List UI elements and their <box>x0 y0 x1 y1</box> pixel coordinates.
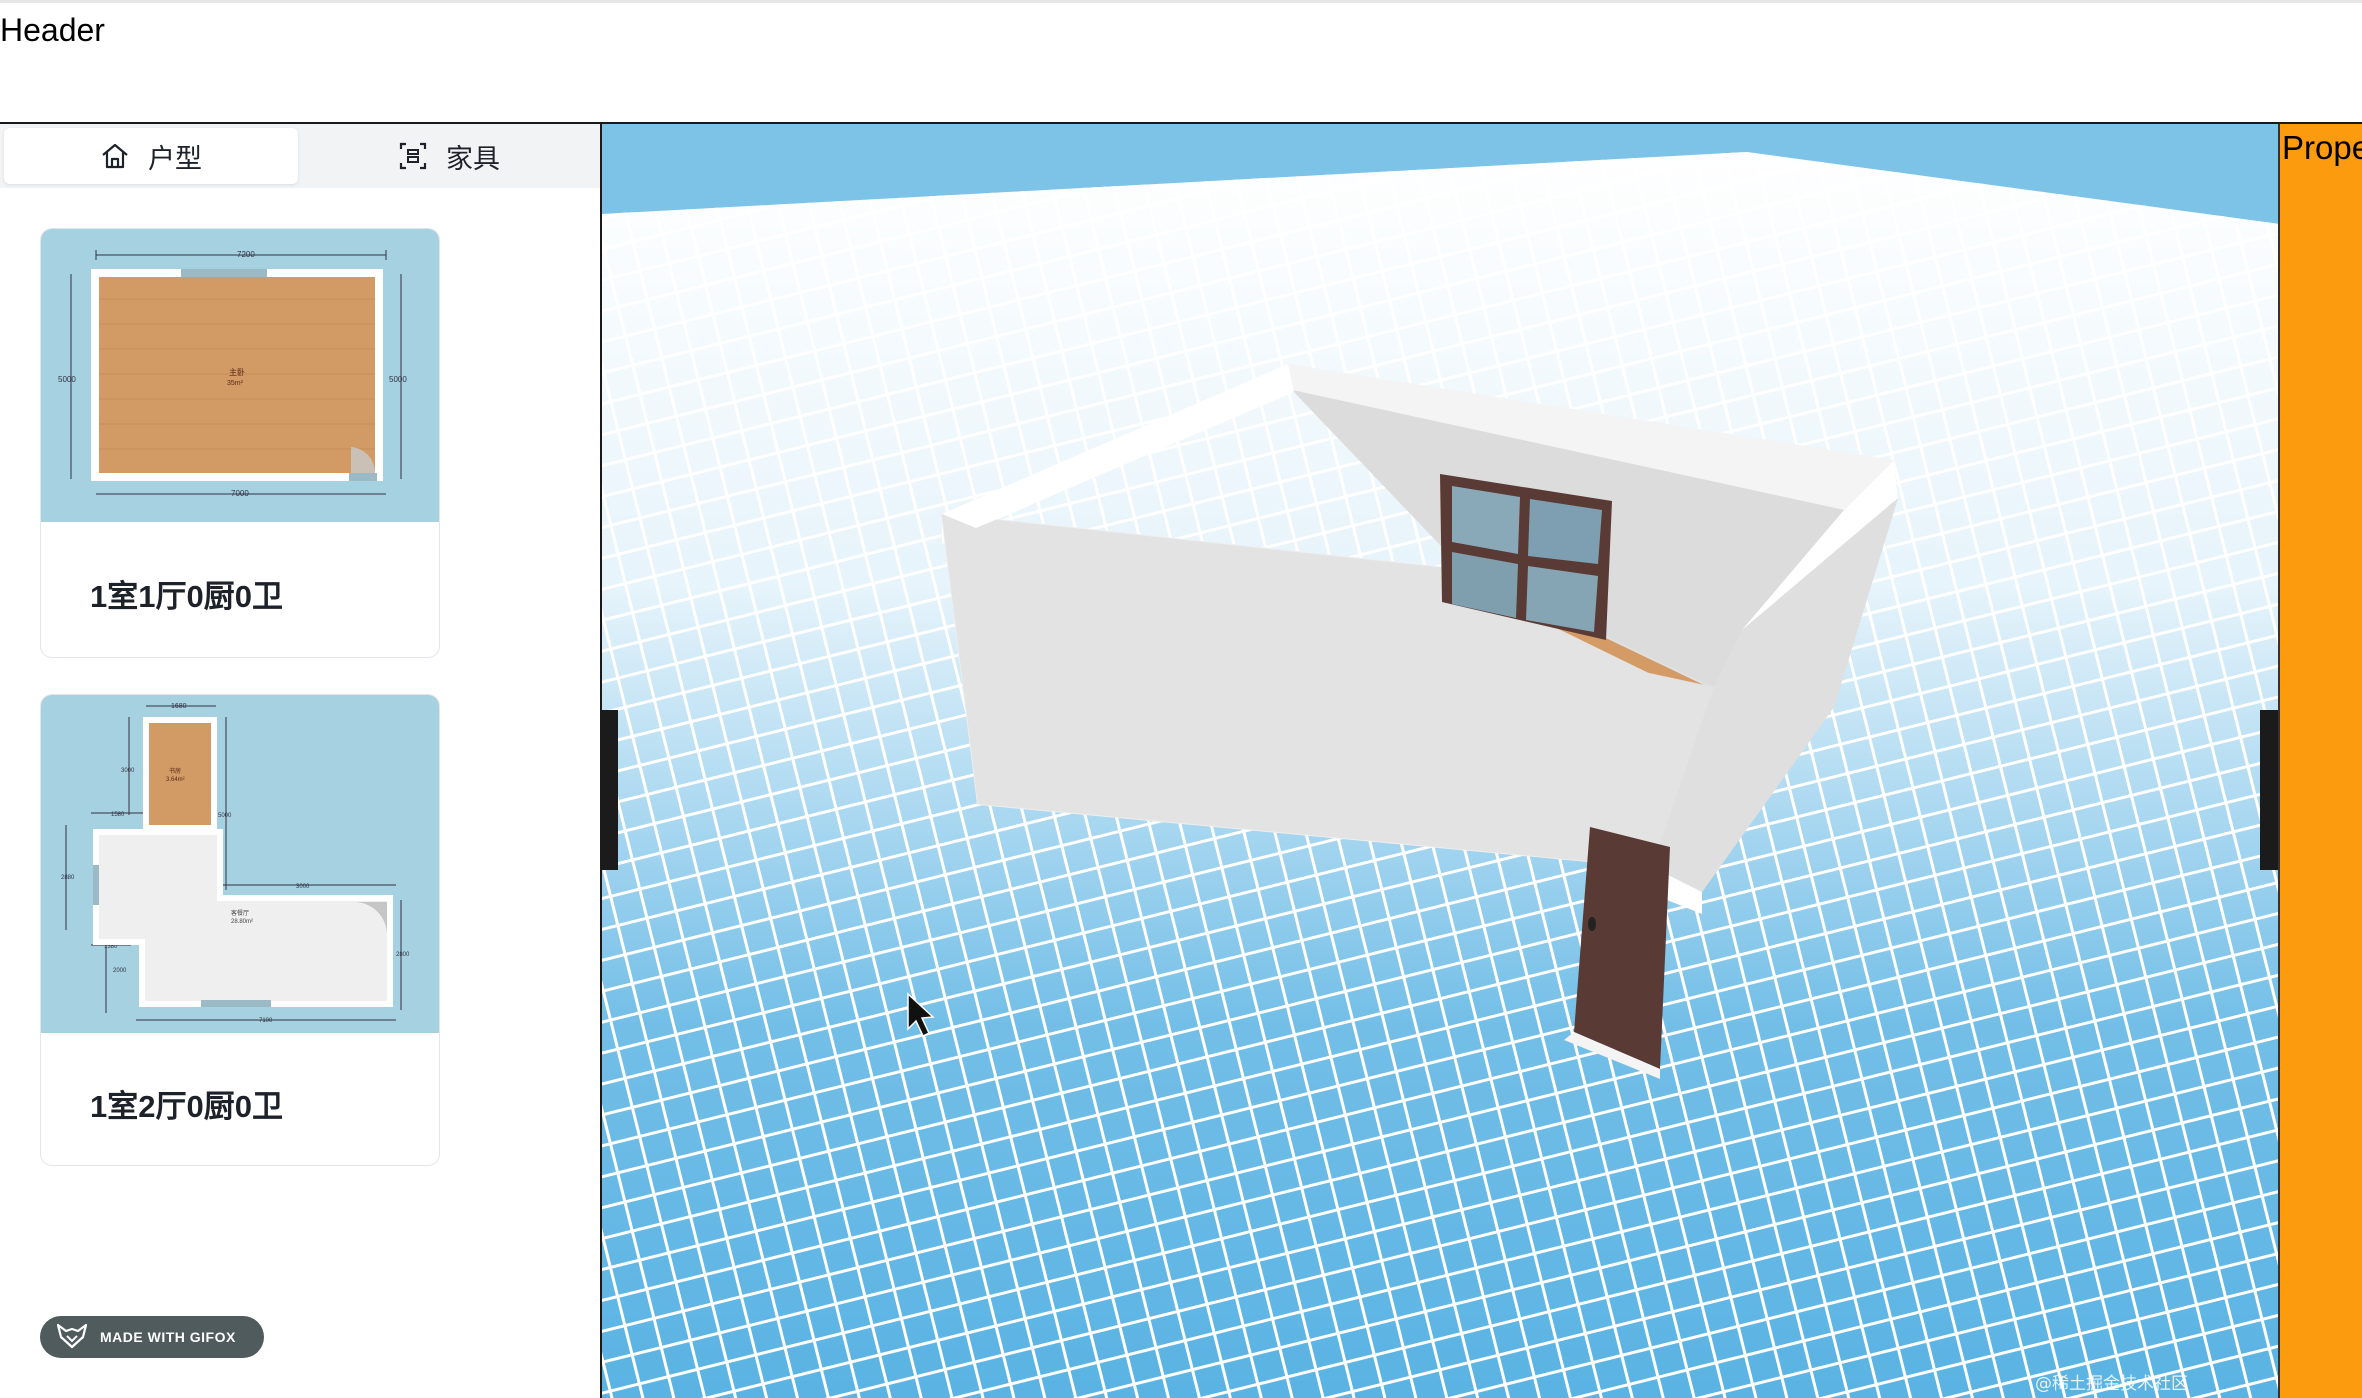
gifox-badge: MADE WITH GIFOX <box>40 1316 264 1358</box>
plan-room-label: 主卧 <box>229 367 245 377</box>
plan-bottom-dimension: 7000 <box>231 489 249 498</box>
3d-viewport-canvas[interactable]: @稀土掘金技术社区 <box>600 124 2278 1398</box>
plan-room1-label: 书房 <box>169 767 181 775</box>
layout-card-1room-1hall[interactable]: 7200 5000 5000 7000 主卧 35m² 1室1厅0厨0卫 <box>40 228 440 658</box>
layout-card-title: 1室1厅0厨0卫 <box>90 579 283 614</box>
plan-left-dimension: 5000 <box>58 375 76 384</box>
plan-top-dimension: 7200 <box>237 250 255 259</box>
floor-plan-thumbnail: 1680 3000 5000 1580 3000 2880 1380 2000 … <box>41 695 439 1033</box>
plan-room2-area: 28.80m² <box>231 919 253 925</box>
gifox-badge-text: MADE WITH GIFOX <box>100 1329 236 1345</box>
plan-dimension-d: 3000 <box>296 884 310 890</box>
plan-dimension-c: 1580 <box>111 812 125 818</box>
tab-floor-plans[interactable]: 户型 <box>4 128 298 184</box>
plan-bottom-dimension: 7100 <box>259 1018 273 1024</box>
plan-room1-area: 3.64m² <box>166 777 185 783</box>
right-panel-resize-handle[interactable] <box>2260 710 2278 870</box>
plan-dimension-e: 2880 <box>61 875 75 881</box>
properties-panel-title: Properties <box>2282 129 2362 166</box>
sidebar-tab-bar: 户型 家具 <box>0 124 600 188</box>
left-panel-resize-handle[interactable] <box>600 710 618 870</box>
layout-card-1room-2hall[interactable]: 1680 3000 5000 1580 3000 2880 1380 2000 … <box>40 694 440 1166</box>
app-header: Header <box>0 3 2362 122</box>
home-icon <box>100 141 130 171</box>
layout-card-title: 1室2厅0厨0卫 <box>90 1089 283 1124</box>
plan-room-area: 35m² <box>227 380 244 387</box>
tab-furniture[interactable]: 家具 <box>302 128 596 184</box>
header-title: Header <box>0 12 105 48</box>
fox-logo-icon <box>56 1323 88 1352</box>
plan-top-dimension: 1680 <box>171 703 187 710</box>
watermark-text: @稀土掘金技术社区 <box>2035 1374 2188 1394</box>
plan-right-dimension: 5000 <box>389 375 407 384</box>
floor-plan-thumbnail: 7200 5000 5000 7000 主卧 35m² <box>41 229 439 522</box>
properties-panel: Properties <box>2278 124 2362 1398</box>
tab-furniture-label: 家具 <box>446 143 500 174</box>
furniture-icon <box>398 141 428 171</box>
plan-room2-label: 客餐厅 <box>231 909 249 917</box>
tab-floor-plans-label: 户型 <box>148 143 202 174</box>
plan-dimension-h: 2800 <box>396 952 410 958</box>
left-sidebar: 户型 家具 7200 5000 5000 7000 主卧 35m² 1室1厅0厨… <box>0 124 600 1398</box>
plan-dimension-b: 5000 <box>218 813 232 819</box>
plan-dimension-a: 3000 <box>121 768 135 774</box>
plan-dimension-g: 2000 <box>113 968 127 974</box>
